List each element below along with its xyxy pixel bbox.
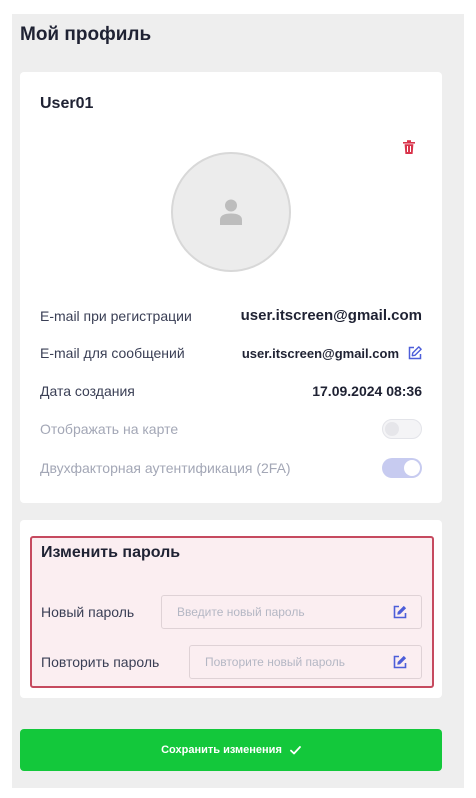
created-date-value: 17.09.2024 08:36 <box>312 383 422 399</box>
password-section-title: Изменить пароль <box>41 544 181 561</box>
check-icon <box>289 745 301 754</box>
edit-icon[interactable] <box>408 346 422 360</box>
toggle-knob <box>404 460 420 476</box>
new-password-field <box>161 595 422 629</box>
profile-username: User01 <box>40 95 94 112</box>
user-icon <box>220 199 242 225</box>
message-email-value: user.itscreen@gmail.com <box>241 346 399 361</box>
row-twofa: Двухфакторная аутентификация (2FA) <box>40 457 422 481</box>
edit-icon[interactable] <box>393 655 407 669</box>
repeat-password-row: Повторить пароль <box>41 645 422 679</box>
repeat-password-input[interactable] <box>190 646 421 678</box>
message-email-label: E-mail для сообщений <box>40 345 185 361</box>
password-section: Изменить пароль Новый пароль Повторить п… <box>30 536 434 688</box>
trash-icon[interactable] <box>401 139 417 155</box>
save-changes-button[interactable]: Сохранить изменения <box>20 729 442 771</box>
save-changes-label: Сохранить изменения <box>161 744 282 756</box>
new-password-input[interactable] <box>162 596 421 628</box>
row-created-date: Дата создания 17.09.2024 08:36 <box>40 380 422 404</box>
repeat-password-field <box>189 645 422 679</box>
toggle-knob <box>385 422 399 436</box>
avatar[interactable] <box>171 152 291 272</box>
profile-card: User01 E-mail при регистрации user.itscr… <box>20 72 442 503</box>
registration-email-label: E-mail при регистрации <box>40 308 192 324</box>
row-message-email: E-mail для сообщений user.itscreen@gmail… <box>40 342 422 366</box>
row-show-on-map: Отображать на карте <box>40 418 422 442</box>
twofa-toggle[interactable] <box>382 458 422 478</box>
page-title: Мой профиль <box>20 24 152 45</box>
new-password-row: Новый пароль <box>41 595 422 629</box>
password-card: Изменить пароль Новый пароль Повторить п… <box>20 520 442 698</box>
repeat-password-label: Повторить пароль <box>41 654 160 670</box>
edit-icon[interactable] <box>393 605 407 619</box>
registration-email-value: user.itscreen@gmail.com <box>240 307 422 324</box>
new-password-label: Новый пароль <box>41 604 135 620</box>
show-on-map-toggle[interactable] <box>382 419 422 439</box>
show-on-map-label: Отображать на карте <box>40 421 179 437</box>
twofa-label: Двухфакторная аутентификация (2FA) <box>40 460 291 476</box>
row-registration-email: E-mail при регистрации user.itscreen@gma… <box>40 305 422 329</box>
created-date-label: Дата создания <box>40 383 135 399</box>
